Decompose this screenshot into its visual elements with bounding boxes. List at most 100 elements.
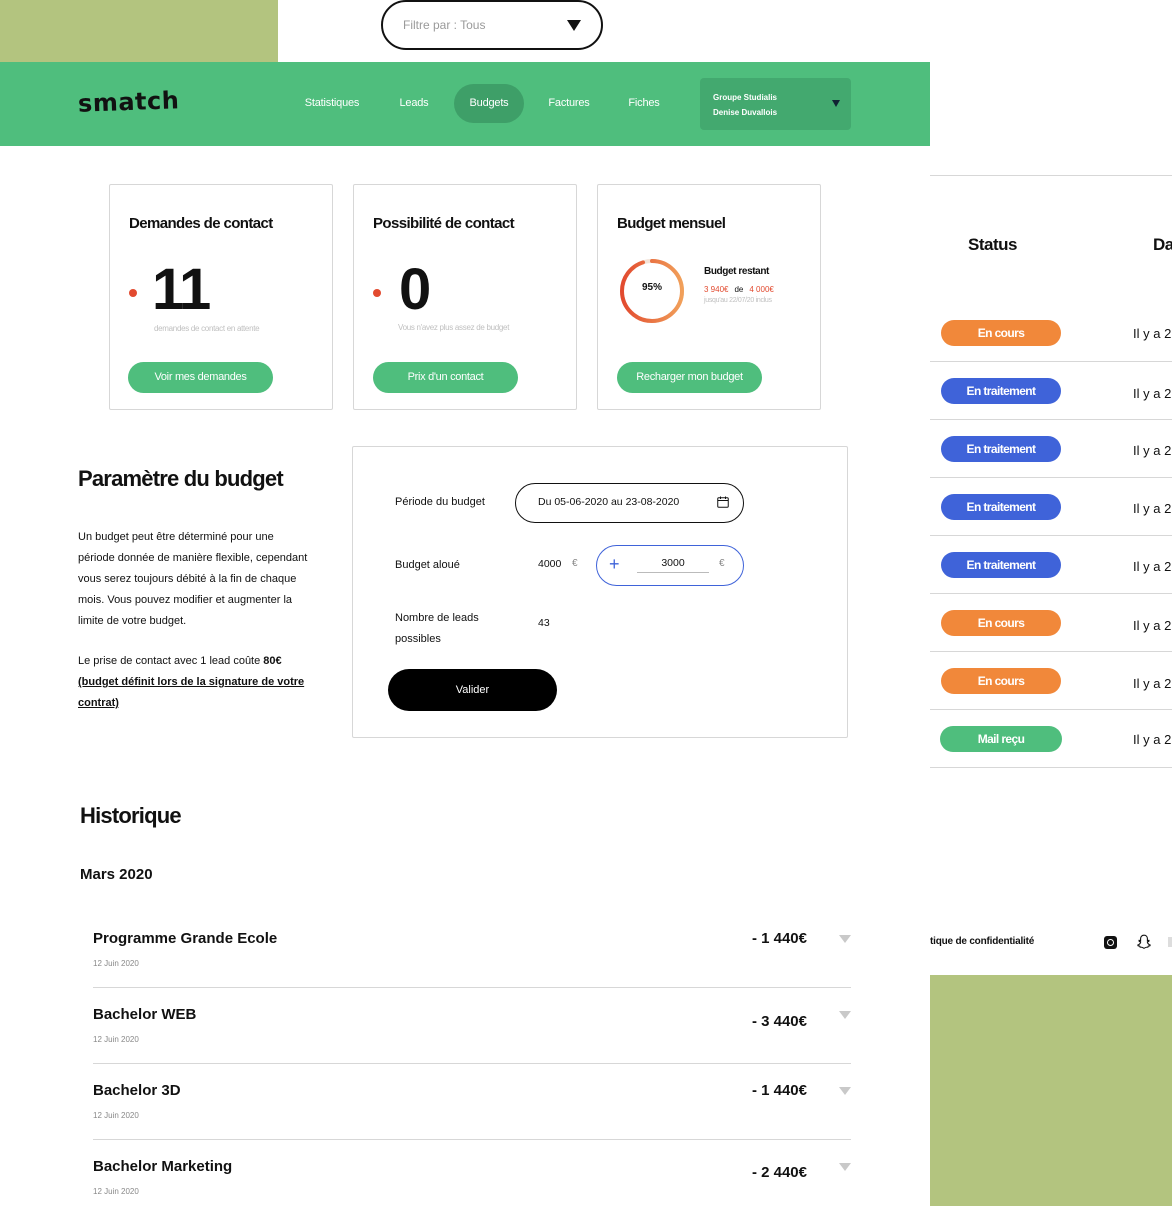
nav-statistiques[interactable]: Statistiques (294, 84, 370, 123)
status-badge: En cours (941, 668, 1061, 694)
submit-button[interactable]: Valider (388, 669, 557, 711)
contact-requests-count: 11 (152, 257, 211, 322)
instagram-icon[interactable] (1104, 936, 1117, 949)
status-row[interactable]: En cours Il y a 2 (930, 304, 1172, 362)
period-date-picker[interactable]: Du 05-06-2020 au 23-08-2020 (515, 483, 744, 523)
chevron-down-icon[interactable] (839, 1163, 851, 1171)
history-item-date: 12 Juin 2020 (93, 1187, 139, 1196)
account-company: Groupe Studialis (713, 93, 778, 102)
chevron-down-icon[interactable] (839, 935, 851, 943)
allocated-label: Budget aloué (395, 559, 460, 571)
status-date: Il y a 2 (1133, 443, 1172, 458)
budget-cost-note: Le prise de contact avec 1 lead coûte 80… (78, 651, 313, 714)
calendar-icon (717, 496, 729, 508)
chevron-down-icon[interactable] (839, 1011, 851, 1019)
status-date: Il y a 2 (1133, 386, 1172, 401)
account-switcher[interactable]: Groupe Studialis Denise Duvallois (700, 78, 851, 130)
add-budget-input[interactable]: + 3000 € (596, 545, 744, 586)
card-contact-requests: Demandes de contact 11 demandes de conta… (109, 184, 333, 410)
status-column-header[interactable]: Status (968, 235, 1017, 255)
history-row[interactable]: Bachelor 3D 12 Juin 2020 - 1 440€ (93, 1064, 851, 1140)
card-title: Demandes de contact (129, 215, 273, 232)
privacy-policy-link[interactable]: tique de confidentialité (930, 936, 1034, 947)
status-badge: En cours (941, 320, 1061, 346)
history-item-name: Bachelor WEB (93, 1006, 197, 1023)
nav-budgets[interactable]: Budgets (454, 84, 524, 123)
history-item-amount: - 1 440€ (751, 1082, 807, 1099)
status-row[interactable]: En cours Il y a 2 (930, 594, 1172, 652)
card-contact-possibility: Possibilité de contact 0 Vous n'avez plu… (353, 184, 577, 410)
chevron-down-icon (832, 100, 840, 107)
nav-leads[interactable]: Leads (388, 84, 440, 123)
status-row[interactable]: En traitement Il y a 2 (930, 362, 1172, 420)
status-badge: Mail reçu (940, 726, 1062, 752)
plus-icon[interactable]: + (609, 554, 620, 574)
history-item-name: Bachelor Marketing (93, 1158, 233, 1175)
history-month: Mars 2020 (80, 866, 153, 883)
alert-dot (373, 289, 381, 297)
status-date: Il y a 2 (1133, 326, 1172, 341)
status-date: Il y a 2 (1133, 732, 1172, 747)
status-badge: En traitement (941, 378, 1061, 404)
status-date: Il y a 2 (1133, 618, 1172, 633)
status-date: Il y a 2 (1133, 559, 1172, 574)
budget-remaining-line: 3 940€ de 4 000€ (704, 285, 774, 294)
status-badge: En traitement (941, 436, 1061, 462)
chevron-down-icon[interactable] (839, 1087, 851, 1095)
card-caption: demandes de contact en attente (154, 324, 260, 333)
status-row[interactable]: En traitement Il y a 2 (930, 478, 1172, 536)
status-panel-divider (930, 175, 1172, 176)
total-amount: 4 000€ (749, 285, 774, 294)
history-item-name: Bachelor 3D (93, 1082, 181, 1099)
leads-label: Nombre de leads possibles (395, 612, 479, 645)
view-requests-button[interactable]: Voir mes demandes (128, 362, 273, 393)
budget-settings-description: Un budget peut être déterminé pour une p… (78, 531, 308, 627)
status-row[interactable]: En traitement Il y a 2 (930, 420, 1172, 478)
reload-budget-button[interactable]: Recharger mon budget (617, 362, 762, 393)
budget-remaining-label: Budget restant (704, 266, 769, 277)
cost-note-link: (budget définit lors de la signature de … (78, 676, 305, 709)
history-item-date: 12 Juin 2020 (93, 1111, 139, 1120)
date-column-header[interactable]: Da (1153, 235, 1172, 255)
contact-price-button[interactable]: Prix d'un contact (373, 362, 518, 393)
social-icon-partial[interactable] (1168, 937, 1172, 947)
history-row[interactable]: Bachelor WEB 12 Juin 2020 - 3 440€ (93, 988, 851, 1064)
status-row[interactable]: Mail reçu Il y a 2 (930, 710, 1172, 768)
card-title: Budget mensuel (617, 215, 726, 232)
period-value: Du 05-06-2020 au 23-08-2020 (538, 496, 680, 508)
budget-form: Période du budget Du 05-06-2020 au 23-08… (352, 446, 848, 738)
cost-value: 80€ (263, 655, 282, 667)
add-budget-value[interactable]: 3000 (637, 557, 709, 573)
status-row[interactable]: En cours Il y a 2 (930, 652, 1172, 710)
alert-dot (129, 289, 137, 297)
history-row[interactable]: Programme Grande Ecole 12 Juin 2020 - 1 … (93, 912, 851, 988)
cost-prefix: Le prise de contact avec 1 lead coûte (78, 655, 264, 667)
card-caption: Vous n'avez plus assez de budget (398, 323, 510, 332)
history-item-amount: - 1 440€ (751, 930, 807, 947)
nav-factures[interactable]: Factures (538, 84, 600, 123)
allocated-value: 4000 (538, 558, 562, 570)
top-navbar: smatch Statistiques Leads Budgets Factur… (0, 62, 930, 146)
budget-until: jusqu'au 22/07/20 inclus (704, 297, 772, 304)
decorative-block-top (0, 0, 278, 62)
budget-percent: 95% (641, 282, 662, 293)
card-title: Possibilité de contact (373, 215, 515, 232)
add-budget-currency: € (719, 558, 725, 569)
of-label: de (734, 285, 744, 294)
status-badge: En traitement (941, 494, 1061, 520)
smatch-logo[interactable]: smatch (78, 86, 180, 118)
history-item-amount: - 3 440€ (751, 1013, 807, 1030)
history-row[interactable]: Bachelor Marketing 12 Juin 2020 - 2 440€ (93, 1140, 851, 1206)
account-user: Denise Duvallois (713, 108, 778, 117)
decorative-block-bottom (930, 975, 1172, 1206)
history-item-date: 12 Juin 2020 (93, 959, 139, 968)
triangle-down-icon (567, 19, 581, 31)
leads-value: 43 (538, 617, 550, 629)
status-row[interactable]: En traitement Il y a 2 (930, 536, 1172, 594)
history-title: Historique (80, 803, 182, 828)
budget-settings-title: Paramètre du budget (78, 466, 284, 491)
filter-dropdown[interactable]: Filtre par : Tous (381, 0, 603, 50)
history-item-date: 12 Juin 2020 (93, 1035, 139, 1044)
nav-fiches[interactable]: Fiches (617, 84, 671, 123)
snapchat-icon[interactable] (1137, 934, 1151, 949)
